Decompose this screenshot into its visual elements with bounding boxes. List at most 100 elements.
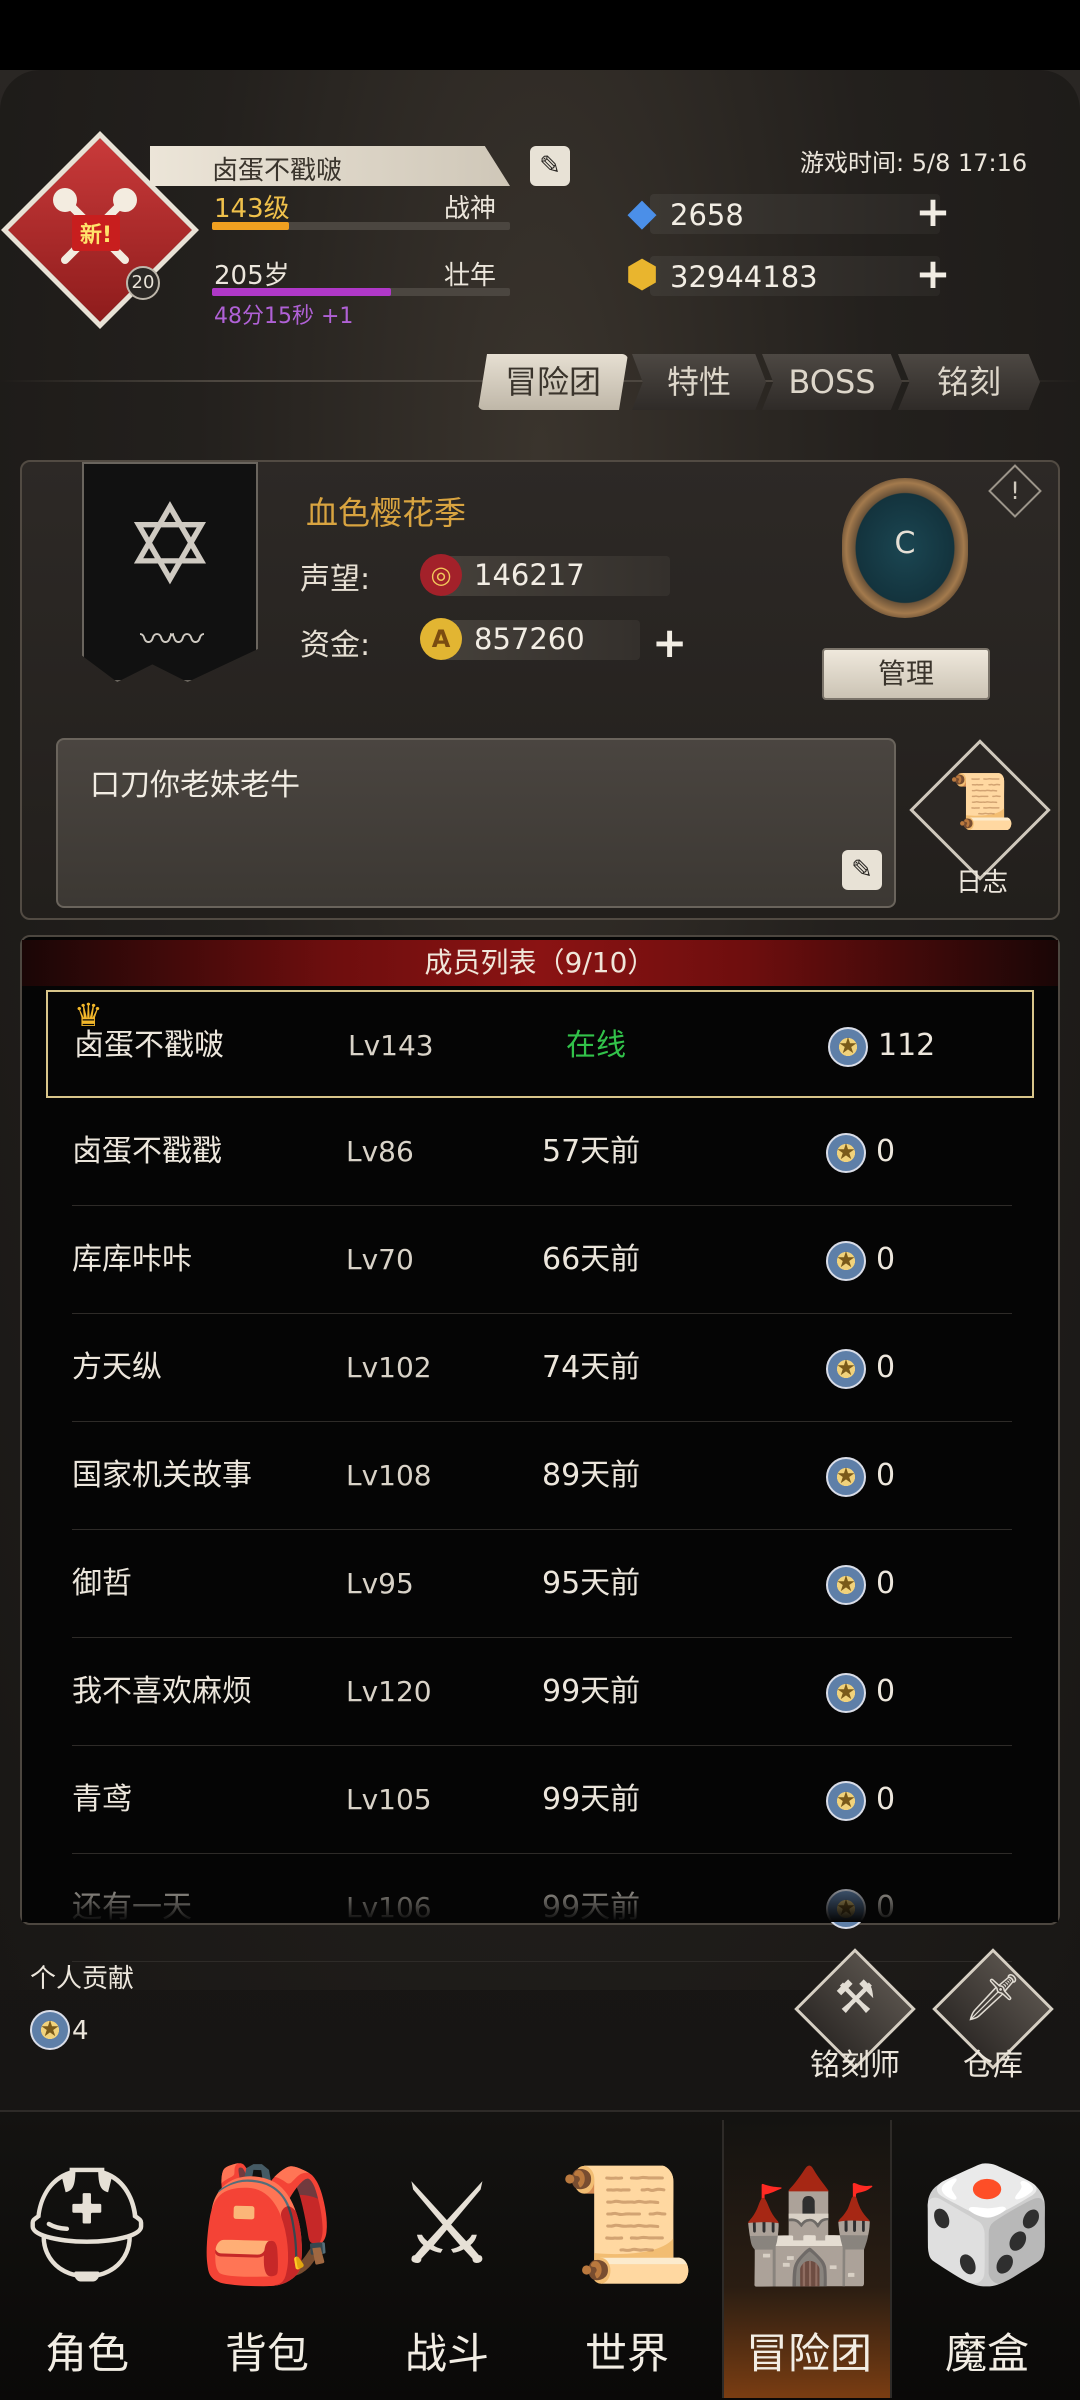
gold-value: 32944183 (670, 260, 818, 294)
member-row[interactable]: 青鸢 Lv105 99天前 0 ★ (46, 1746, 1034, 1854)
tab-inscription[interactable]: 铭刻 (898, 354, 1040, 410)
member-contribution: 0 (876, 1782, 896, 1817)
member-status: 89天前 (542, 1458, 641, 1493)
nav-label: 冒险团 (745, 2329, 872, 2378)
scroll-quill-icon: 📜 (948, 770, 1016, 833)
member-level: Lv86 (346, 1135, 414, 1168)
backpack-icon: 🎒 (197, 2160, 337, 2290)
member-row[interactable]: 库库咔咔 Lv70 66天前 0 ★ (46, 1206, 1034, 1314)
add-gold-button[interactable]: + (912, 252, 954, 296)
nav-world[interactable]: 📜 世界 (542, 2120, 712, 2398)
member-status: 95天前 (542, 1566, 641, 1601)
member-row[interactable]: 我不喜欢麻烦 Lv120 99天前 0 ★ (46, 1638, 1034, 1746)
contribution-medal-icon: ★ (828, 992, 870, 1100)
age-progress-fill (212, 288, 391, 296)
castle-icon: 🏰 (739, 2160, 879, 2290)
member-status: 74天前 (542, 1350, 641, 1385)
funds-value: 857260 (474, 622, 585, 656)
reputation-value: 146217 (474, 558, 585, 592)
contribution-medal-icon: ★ (826, 1314, 868, 1422)
personal-contribution-label: 个人贡献 (30, 1964, 135, 1994)
member-contribution: 0 (876, 1458, 896, 1493)
member-level: Lv143 (348, 1029, 434, 1062)
log-label: 日志 (955, 868, 1008, 898)
gold-row: ⬢ 32944183 + (620, 252, 960, 298)
age-timer: 48分15秒 +1 (214, 304, 354, 329)
contribution-medal-icon: ★ (826, 1206, 868, 1314)
nav-label: 世界 (584, 2329, 669, 2378)
contribution-medal-icon: ★ (30, 2010, 70, 2050)
tab-boss[interactable]: BOSS (762, 354, 902, 410)
nav-adventure-team[interactable]: 🏰 冒险团 (722, 2120, 892, 2398)
member-list-header: 成员列表（9/10） (22, 940, 1058, 986)
edit-notice-icon[interactable]: ✎ (842, 850, 882, 890)
hexagram-icon: ✡ (123, 481, 217, 609)
magic-box-icon: 🎲 (917, 2160, 1057, 2290)
member-row[interactable]: 方天纵 Lv102 74天前 0 ★ (46, 1314, 1034, 1422)
member-contribution: 112 (878, 1028, 936, 1063)
member-name: 方天纵 (72, 1350, 162, 1385)
contribution-medal-icon: ★ (826, 1422, 868, 1530)
warehouse-label: 仓库 (963, 2048, 1023, 2083)
funds-label: 资金: (300, 628, 371, 663)
level-progress-fill (212, 222, 290, 230)
nav-role[interactable]: ⛑ 角色 (2, 2120, 172, 2398)
contribution-medal-icon: ★ (826, 1098, 868, 1206)
member-level: Lv102 (346, 1351, 432, 1384)
gems-value: 2658 (670, 198, 744, 232)
add-gems-button[interactable]: + (912, 190, 954, 234)
contribution-medal-icon: ★ (826, 1530, 868, 1638)
member-contribution: 0 (876, 1350, 896, 1385)
member-name: 卤蛋不戳戳 (72, 1134, 222, 1169)
game-screen: 新! 20 卤蛋不戳啵 ✎ 143级 战神 205岁 壮年 48分15秒 +1 … (0, 0, 1080, 2400)
member-name: 我不喜欢麻烦 (72, 1674, 252, 1709)
member-status: 57天前 (542, 1134, 641, 1169)
gold-gem-icon: ⬢ (625, 252, 659, 296)
manage-button[interactable]: 管理 (822, 648, 990, 700)
player-level: 143级 (214, 194, 290, 224)
sword-icon: 🗡 (963, 1970, 1023, 2024)
member-name: 库库咔咔 (72, 1242, 192, 1277)
member-row[interactable]: 国家机关故事 Lv108 89天前 0 ★ (46, 1422, 1034, 1530)
member-level: Lv95 (346, 1567, 414, 1600)
member-name: 国家机关故事 (72, 1458, 252, 1493)
member-level: Lv108 (346, 1459, 432, 1492)
add-funds-button[interactable]: + (652, 618, 687, 667)
engraver-label: 铭刻师 (810, 2048, 900, 2083)
player-title: 战神 (444, 194, 497, 224)
member-status: 99天前 (542, 1782, 641, 1817)
member-level: Lv70 (346, 1243, 414, 1276)
life-stage: 壮年 (444, 261, 497, 291)
edit-name-icon[interactable]: ✎ (530, 146, 570, 186)
row-divider (72, 1961, 1012, 1962)
member-contribution: 0 (876, 1242, 896, 1277)
helmet-icon: ⛑ (15, 2160, 159, 2290)
personal-contribution-value: 4 (72, 2016, 89, 2046)
nav-label: 背包 (224, 2329, 309, 2378)
member-status: 99天前 (542, 1674, 641, 1709)
member-level: Lv120 (346, 1675, 432, 1708)
tab-adventure-team[interactable]: 冒险团 (478, 354, 628, 410)
member-status: 在线 (566, 1028, 626, 1063)
blue-gem-icon: ◆ (627, 190, 657, 234)
nav-magic-box[interactable]: 🎲 魔盒 (902, 2120, 1072, 2398)
funds-coin-icon: A (420, 618, 462, 660)
tab-traits[interactable]: 特性 (632, 354, 766, 410)
anvil-icon: ⚒ (834, 1970, 876, 2024)
member-row[interactable]: 卤蛋不戳啵 Lv143 在线 112 ★ (46, 990, 1034, 1098)
exclamation-icon: ! (1010, 477, 1020, 505)
member-row[interactable]: 御哲 Lv95 95天前 0 ★ (46, 1530, 1034, 1638)
level-progress-bar (212, 222, 510, 230)
game-time: 游戏时间: 5/8 17:16 (800, 149, 1028, 177)
nav-battle[interactable]: ⚔ 战斗 (362, 2120, 532, 2398)
sword-shield-icon: ⚔ (396, 2160, 498, 2290)
contribution-medal-icon: ★ (826, 1638, 868, 1746)
nav-label: 角色 (44, 2329, 129, 2378)
member-status: 66天前 (542, 1242, 641, 1277)
age-progress-bar (212, 288, 510, 296)
gems-row: ◆ 2658 + (620, 190, 960, 236)
member-name: 青鸢 (72, 1782, 132, 1817)
member-row[interactable]: 卤蛋不戳戳 Lv86 57天前 0 ★ (46, 1098, 1034, 1206)
player-age: 205岁 (214, 261, 290, 291)
nav-backpack[interactable]: 🎒 背包 (182, 2120, 352, 2398)
